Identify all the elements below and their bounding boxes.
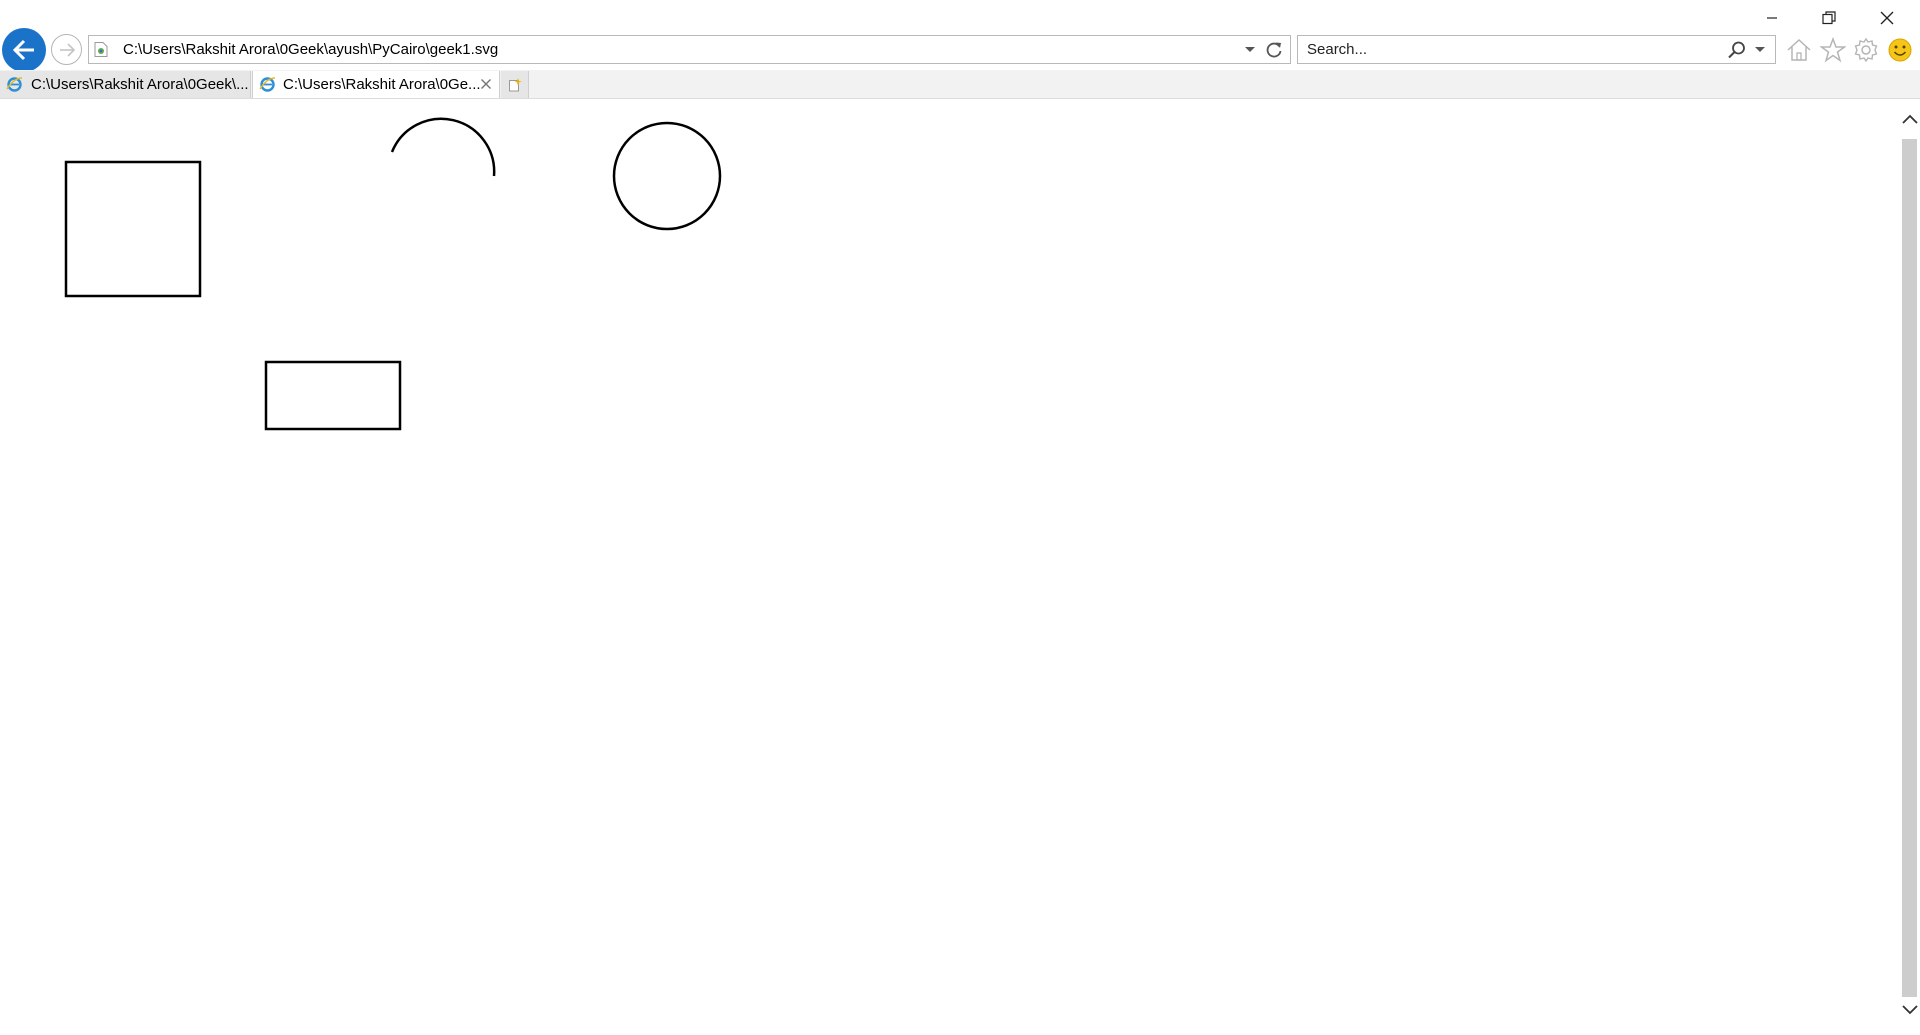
new-tab-icon — [508, 77, 522, 91]
page-content — [0, 99, 1899, 1030]
back-arrow-icon — [12, 39, 34, 61]
search-placeholder[interactable]: Search... — [1307, 41, 1367, 59]
forward-button[interactable] — [51, 34, 82, 65]
search-box[interactable]: Search... — [1297, 35, 1776, 64]
settings-gear-icon — [1854, 37, 1878, 63]
address-dropdown-icon[interactable] — [1244, 44, 1256, 54]
tab-1[interactable]: C:\Users\Rakshit Arora\0Geek\... — [0, 71, 251, 98]
address-url[interactable]: C:\Users\Rakshit Arora\0Geek\ayush\PyCai… — [123, 41, 498, 59]
home-icon — [1787, 38, 1811, 61]
feedback-smiley-icon — [1888, 38, 1912, 62]
scroll-up-button[interactable] — [1899, 109, 1920, 129]
tab-title: C:\Users\Rakshit Arora\0Ge... — [283, 76, 481, 93]
favorites-star-icon — [1820, 37, 1846, 63]
chevron-up-icon — [1901, 114, 1918, 124]
close-icon — [1880, 11, 1894, 25]
page-icon — [94, 42, 108, 57]
minimize-button[interactable] — [1744, 4, 1800, 32]
close-tab-icon[interactable] — [480, 78, 492, 90]
forward-arrow-icon — [59, 42, 75, 57]
scroll-down-button[interactable] — [1899, 1000, 1920, 1020]
svg-canvas — [64, 117, 722, 431]
tab-2[interactable]: C:\Users\Rakshit Arora\0Ge... — [252, 71, 500, 98]
feedback-button[interactable] — [1885, 35, 1915, 65]
rectangle-shape — [264, 360, 402, 431]
minimize-icon — [1767, 17, 1777, 19]
circle-shape — [612, 121, 722, 231]
search-dropdown-icon[interactable] — [1755, 46, 1765, 54]
restore-button[interactable] — [1801, 4, 1857, 32]
new-tab-button[interactable] — [501, 71, 529, 98]
refresh-icon[interactable] — [1264, 40, 1284, 60]
browser-chrome: C:\Users\Rakshit Arora\0Geek\ayush\PyCai… — [0, 0, 1920, 99]
address-bar[interactable]: C:\Users\Rakshit Arora\0Geek\ayush\PyCai… — [88, 35, 1291, 64]
scroll-thumb[interactable] — [1902, 139, 1917, 997]
home-button[interactable] — [1784, 35, 1814, 65]
ie-icon — [6, 77, 23, 92]
favorites-button[interactable] — [1818, 35, 1848, 65]
tab-title: C:\Users\Rakshit Arora\0Geek\... — [31, 76, 249, 93]
arc-shape — [390, 117, 496, 177]
back-button[interactable] — [2, 28, 46, 72]
settings-button[interactable] — [1851, 35, 1881, 65]
ie-icon — [259, 77, 276, 92]
close-window-button[interactable] — [1859, 4, 1915, 32]
chevron-down-icon — [1901, 1005, 1918, 1015]
vertical-scrollbar[interactable] — [1899, 99, 1920, 1030]
square-shape — [64, 160, 202, 298]
search-icon[interactable] — [1727, 40, 1747, 60]
restore-icon — [1822, 11, 1836, 25]
